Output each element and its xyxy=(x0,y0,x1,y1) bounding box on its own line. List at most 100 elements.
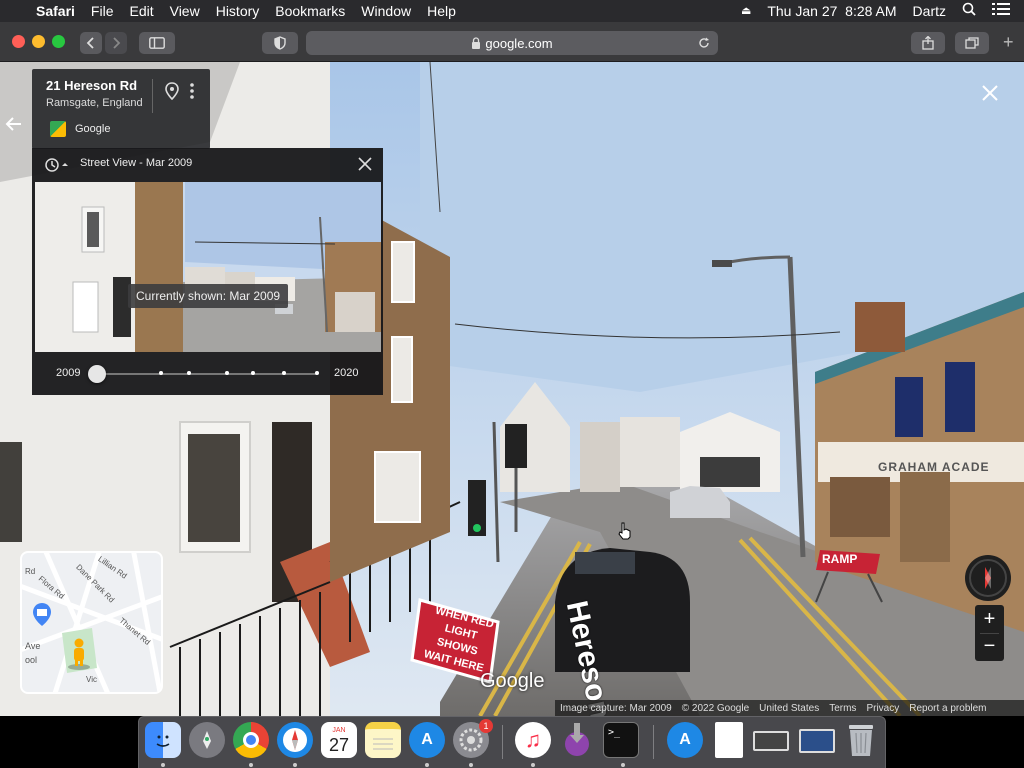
place-source[interactable]: Google xyxy=(75,123,110,135)
privacy-link[interactable]: Privacy xyxy=(861,703,904,714)
new-tab-button[interactable]: + xyxy=(1003,32,1014,53)
menu-bookmarks[interactable]: Bookmarks xyxy=(267,0,353,22)
url-text: google.com xyxy=(485,35,553,51)
privacy-shield-button[interactable] xyxy=(262,32,298,54)
dock: JAN 27 A 1 ♫ >_ A xyxy=(138,716,886,768)
menu-view[interactable]: View xyxy=(162,0,208,22)
control-center-icon[interactable] xyxy=(984,0,1024,22)
lock-icon xyxy=(472,37,481,49)
footer-bar: Image capture: Mar 2009 © 2022 Google Un… xyxy=(555,700,1024,716)
time-machine-panel: Street View - Mar 2009 Currently shown: … xyxy=(32,148,383,395)
hand-cursor-icon xyxy=(618,522,631,540)
tab-overview-button[interactable] xyxy=(955,32,989,54)
close-time-machine-icon[interactable] xyxy=(358,157,372,171)
address-bar[interactable]: google.com xyxy=(306,31,718,55)
street-view-thumbnail[interactable] xyxy=(35,182,381,352)
dock-separator xyxy=(502,725,503,759)
compass-button[interactable] xyxy=(965,555,1011,601)
timeline-year-dot[interactable] xyxy=(224,371,229,375)
terms-link[interactable]: Terms xyxy=(824,703,861,714)
zoom-controls: + − xyxy=(975,605,1004,661)
browser-toolbar: google.com + xyxy=(0,22,1024,62)
image-capture-date: Image capture: Mar 2009 xyxy=(560,702,672,714)
more-options-icon[interactable] xyxy=(189,82,195,100)
notes-icon[interactable] xyxy=(365,722,401,758)
back-arrow-icon[interactable] xyxy=(4,114,28,138)
google-logo: Google xyxy=(480,670,545,692)
address-card: 21 Hereson Rd Ramsgate, England Google xyxy=(32,69,210,149)
map-label-ool: ool xyxy=(25,655,38,665)
timeline-year-dot[interactable] xyxy=(282,371,286,375)
safari-icon[interactable] xyxy=(277,722,313,758)
screenshot-stack-icon[interactable] xyxy=(753,731,789,751)
notification-badge: 1 xyxy=(479,719,493,733)
timeline-slider-thumb[interactable] xyxy=(88,365,106,383)
zoom-out-button[interactable]: − xyxy=(975,634,1004,661)
timeline-year-dot[interactable] xyxy=(158,371,163,375)
menu-history[interactable]: History xyxy=(208,0,268,22)
spotlight-search-icon[interactable] xyxy=(954,0,984,22)
system-preferences-running-dot xyxy=(469,763,473,767)
finder-running-dot xyxy=(161,763,165,767)
app-store-icon[interactable]: A xyxy=(409,722,445,758)
place-subtitle: Ramsgate, England xyxy=(46,97,143,109)
zoom-in-button[interactable]: + xyxy=(975,605,1004,633)
calendar-month: JAN xyxy=(332,726,346,734)
place-title[interactable]: 21 Hereson Rd xyxy=(46,78,137,93)
menu-bar: Safari File Edit View History Bookmarks … xyxy=(0,0,1024,22)
pegman-icon[interactable] xyxy=(66,637,92,671)
mini-map[interactable]: Lillian Rd Dane Park Rd Flora Rd Rd Than… xyxy=(20,551,163,694)
dock-separator-2 xyxy=(653,725,654,759)
clock[interactable]: Thu Jan 27 8:28 AM xyxy=(759,0,904,22)
close-street-view-icon[interactable] xyxy=(981,84,999,102)
history-clock-icon[interactable] xyxy=(44,157,68,173)
finder-icon[interactable] xyxy=(145,722,181,758)
menu-help[interactable]: Help xyxy=(419,0,464,22)
applications-folder-icon[interactable]: A xyxy=(667,722,703,758)
chrome-running-dot xyxy=(249,763,253,767)
timeline-year-dot[interactable] xyxy=(315,371,319,375)
ramp-sign-text: RAMP xyxy=(822,552,858,566)
sidebar-toggle-button[interactable] xyxy=(139,32,175,54)
minimize-window-button[interactable] xyxy=(32,35,45,48)
time-machine-header: Street View - Mar 2009 xyxy=(80,157,193,169)
copyright-text: © 2022 Google xyxy=(681,702,750,714)
eject-icon[interactable]: ⏏ xyxy=(733,0,759,22)
menu-file[interactable]: File xyxy=(83,0,122,22)
report-problem-link[interactable]: Report a problem xyxy=(904,703,991,714)
shop-sign-text: GRAHAM ACADE xyxy=(878,460,990,474)
terminal-icon[interactable]: >_ xyxy=(603,722,639,758)
country-link[interactable]: United States xyxy=(754,703,824,714)
user-name[interactable]: Dartz xyxy=(905,0,954,22)
street-view-panorama[interactable]: WHEN RED LIGHT SHOWS WAIT HERE Hereson R… xyxy=(0,62,1024,716)
safari-running-dot xyxy=(293,763,297,767)
installer-icon[interactable] xyxy=(559,722,595,758)
menu-app-name[interactable]: Safari xyxy=(28,0,83,22)
music-icon[interactable]: ♫ xyxy=(515,722,551,758)
share-button[interactable] xyxy=(911,32,945,54)
reload-icon[interactable] xyxy=(698,37,710,49)
timeline-start-year: 2009 xyxy=(56,367,81,379)
trash-icon[interactable] xyxy=(843,722,879,758)
document-icon[interactable] xyxy=(715,722,743,758)
google-maps-icon xyxy=(50,121,66,137)
location-pin-icon[interactable] xyxy=(165,82,179,100)
calendar-icon[interactable]: JAN 27 xyxy=(321,722,357,758)
map-label-rd: Rd xyxy=(25,567,36,576)
close-window-button[interactable] xyxy=(12,35,25,48)
calendar-day: 27 xyxy=(328,734,350,755)
forward-button[interactable] xyxy=(105,32,127,54)
vertical-divider xyxy=(152,79,153,113)
menu-window[interactable]: Window xyxy=(353,0,419,22)
downloads-stack-icon[interactable] xyxy=(799,729,835,753)
launchpad-icon[interactable] xyxy=(189,722,225,758)
menu-edit[interactable]: Edit xyxy=(121,0,161,22)
terminal-running-dot xyxy=(621,763,625,767)
chrome-icon[interactable] xyxy=(233,722,269,758)
map-label-ave: Ave xyxy=(25,641,41,651)
music-running-dot xyxy=(531,763,535,767)
back-button[interactable] xyxy=(80,32,102,54)
app-store-running-dot xyxy=(425,763,429,767)
zoom-window-button[interactable] xyxy=(52,35,65,48)
currently-shown-tooltip: Currently shown: Mar 2009 xyxy=(128,284,289,308)
